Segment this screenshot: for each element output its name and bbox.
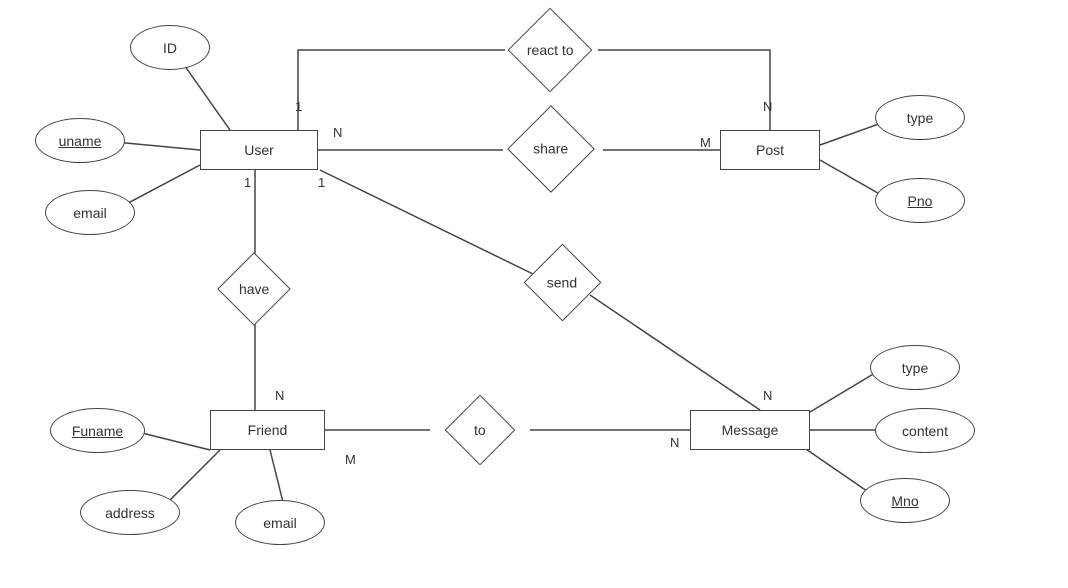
attr-msg-content: content — [875, 408, 975, 453]
card-share-user: N — [333, 125, 342, 140]
attr-msg-mno: Mno — [860, 478, 950, 523]
attr-user-uname: uname — [35, 118, 125, 163]
attr-friend-email: email — [235, 500, 325, 545]
attr-msg-type-label: type — [902, 360, 928, 376]
attr-post-pno-label: Pno — [908, 193, 933, 209]
entity-friend: Friend — [210, 410, 325, 450]
rel-have-label: have — [239, 281, 269, 297]
card-react-user: 1 — [295, 99, 302, 114]
rel-share-label: share — [533, 141, 568, 157]
attr-user-email: email — [45, 190, 135, 235]
attr-msg-type: type — [870, 345, 960, 390]
rel-to-label: to — [474, 422, 486, 438]
card-share-post: M — [700, 135, 711, 150]
attr-user-email-label: email — [73, 205, 106, 221]
attr-friend-email-label: email — [263, 515, 296, 531]
card-to-friend: M — [345, 452, 356, 467]
card-send-msg: N — [763, 388, 772, 403]
card-have-user: 1 — [244, 175, 251, 190]
entity-message: Message — [690, 410, 810, 450]
attr-post-type: type — [875, 95, 965, 140]
attr-friend-funame: Funame — [50, 408, 145, 453]
entity-friend-label: Friend — [248, 422, 288, 438]
attr-post-type-label: type — [907, 110, 933, 126]
entity-post: Post — [720, 130, 820, 170]
card-send-user: 1 — [318, 175, 325, 190]
attr-friend-funame-label: Funame — [72, 423, 123, 439]
rel-send-label: send — [547, 274, 577, 290]
entity-user: User — [200, 130, 318, 170]
attr-friend-address-label: address — [105, 505, 155, 521]
rel-react-to-label: react to — [527, 42, 574, 58]
card-react-post: N — [763, 99, 772, 114]
card-have-friend: N — [275, 388, 284, 403]
attr-user-id-label: ID — [163, 40, 177, 56]
attr-user-uname-label: uname — [59, 133, 102, 149]
entity-user-label: User — [244, 142, 274, 158]
attr-post-pno: Pno — [875, 178, 965, 223]
entity-post-label: Post — [756, 142, 784, 158]
card-to-msg: N — [670, 435, 679, 450]
attr-user-id: ID — [130, 25, 210, 70]
entity-message-label: Message — [722, 422, 779, 438]
attr-msg-mno-label: Mno — [891, 493, 918, 509]
attr-friend-address: address — [80, 490, 180, 535]
attr-msg-content-label: content — [902, 423, 948, 439]
